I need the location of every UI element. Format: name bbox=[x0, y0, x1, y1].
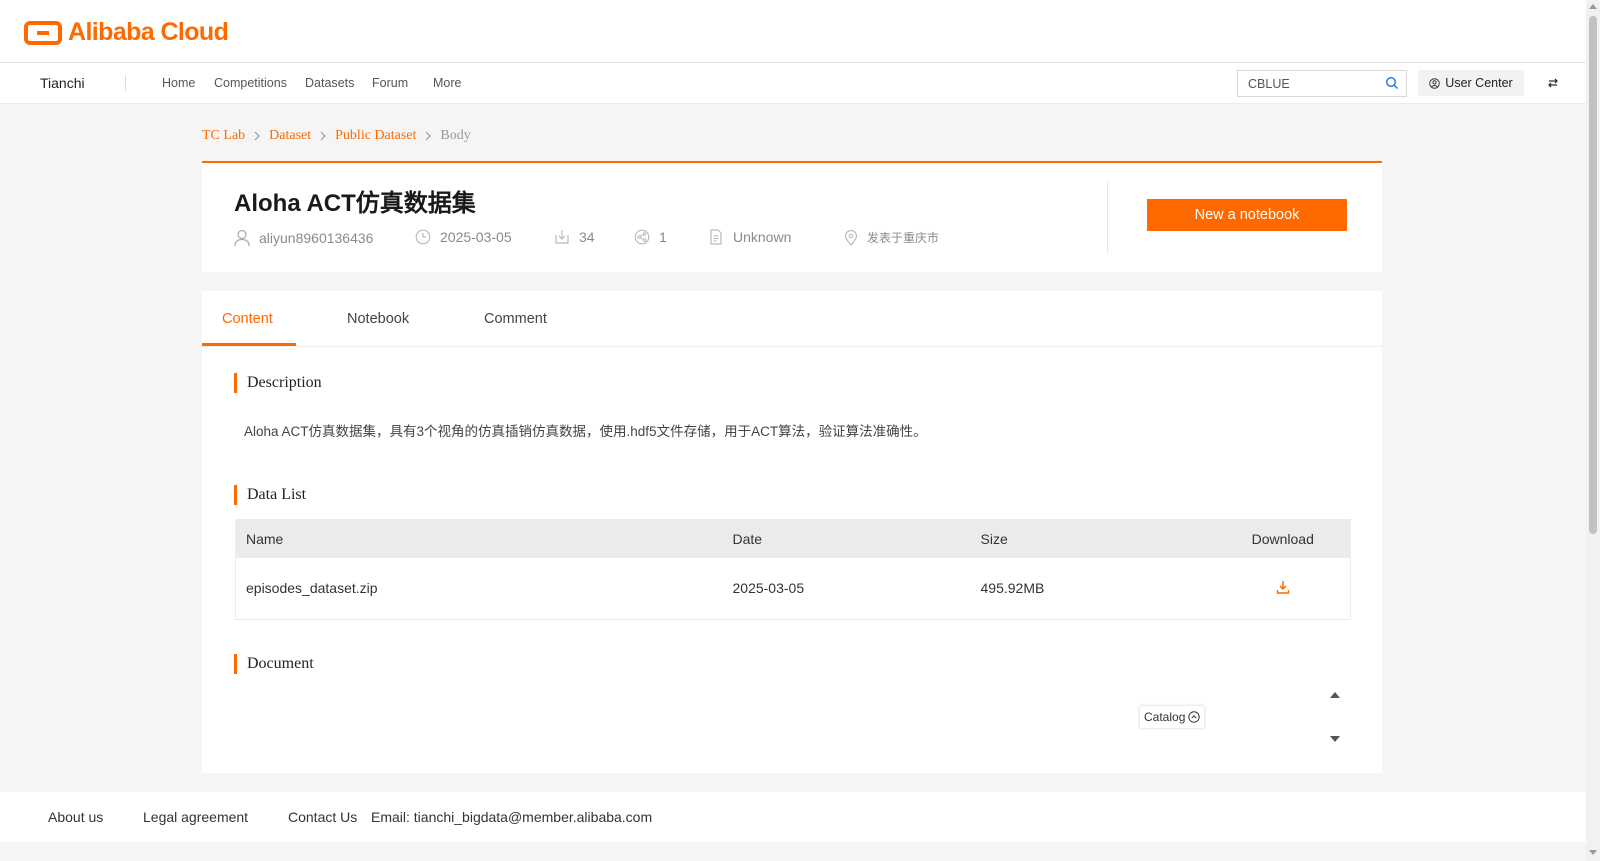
tab-content[interactable]: Content bbox=[222, 311, 273, 327]
nav-divider bbox=[125, 75, 126, 91]
catalog-label: Catalog bbox=[1144, 710, 1186, 724]
share-count: 1 bbox=[659, 229, 667, 245]
download-count: 34 bbox=[579, 229, 595, 245]
page-title: Aloha ACT仿真数据集 bbox=[234, 190, 476, 217]
file-date: 2025-03-05 bbox=[732, 580, 805, 597]
table-header-row: Name Date Size Download bbox=[235, 519, 1351, 558]
column-header-size: Size bbox=[970, 519, 1216, 558]
location-text: 发表于重庆市 bbox=[867, 231, 940, 245]
author-name[interactable]: aliyun8960136436 bbox=[259, 230, 373, 246]
chevron-right-icon bbox=[425, 131, 432, 141]
meta-shares: 1 bbox=[634, 229, 667, 245]
nav-item-more[interactable]: More bbox=[433, 76, 461, 90]
footer-about-us[interactable]: About us bbox=[48, 809, 103, 825]
scrollbar-thumb[interactable] bbox=[1589, 16, 1597, 534]
data-list-table: Name Date Size Download episodes_dataset… bbox=[235, 519, 1351, 620]
user-center-button[interactable]: User Center bbox=[1418, 70, 1524, 96]
alibaba-cloud-logo[interactable]: Alibaba Cloud bbox=[24, 18, 229, 47]
catalog-panel: Catalog bbox=[1140, 690, 1340, 744]
tab-comment[interactable]: Comment bbox=[484, 311, 547, 327]
meta-location: 发表于重庆市 bbox=[844, 229, 939, 246]
table-row: episodes_dataset.zip 2025-03-05 495.92MB bbox=[236, 558, 1351, 620]
meta-downloads: 34 bbox=[554, 229, 595, 245]
column-header-download: Download bbox=[1215, 519, 1351, 558]
search-icon[interactable] bbox=[1385, 76, 1399, 90]
nav-item-home[interactable]: Home bbox=[162, 76, 195, 90]
user-center-label: User Center bbox=[1445, 76, 1513, 90]
alibaba-cloud-logo-icon bbox=[24, 20, 62, 45]
chevron-right-icon bbox=[254, 131, 261, 141]
new-notebook-button[interactable]: New a notebook bbox=[1147, 199, 1347, 231]
nav-item-competitions[interactable]: Competitions bbox=[214, 76, 287, 90]
share-icon bbox=[634, 229, 650, 245]
scroll-down-arrow-icon[interactable] bbox=[1589, 850, 1597, 855]
dataset-header-card: Aloha ACT仿真数据集 aliyun8960136436 2025-03-… bbox=[202, 161, 1382, 272]
column-header-name: Name bbox=[235, 519, 723, 558]
file-size: 495.92MB bbox=[980, 580, 1045, 597]
catalog-scrollbar[interactable] bbox=[1330, 690, 1340, 744]
column-header-date: Date bbox=[722, 519, 971, 558]
scroll-up-arrow-icon[interactable] bbox=[1330, 692, 1340, 698]
scroll-up-arrow-icon[interactable] bbox=[1589, 4, 1597, 9]
breadcrumb-tc-lab[interactable]: TC Lab bbox=[202, 128, 245, 144]
clock-icon bbox=[415, 229, 431, 245]
header-divider bbox=[1107, 181, 1108, 253]
description-text: Aloha ACT仿真数据集，具有3个视角的仿真插销仿真数据，使用.hdf5文件… bbox=[244, 424, 927, 439]
breadcrumb-dataset[interactable]: Dataset bbox=[269, 128, 311, 144]
nav-item-datasets[interactable]: Datasets bbox=[305, 76, 354, 90]
data-list-heading: Data List bbox=[234, 485, 306, 505]
chevron-up-circle-icon bbox=[1188, 711, 1201, 723]
footer-email: Email: tianchi_bigdata@member.alibaba.co… bbox=[371, 809, 653, 825]
document-icon bbox=[710, 229, 722, 245]
description-heading: Description bbox=[234, 373, 322, 393]
tab-notebook[interactable]: Notebook bbox=[347, 311, 409, 327]
catalog-button[interactable]: Catalog bbox=[1140, 706, 1205, 728]
meta-date: 2025-03-05 bbox=[415, 229, 512, 245]
download-count-icon bbox=[555, 230, 569, 244]
nav-item-forum[interactable]: Forum bbox=[372, 76, 408, 90]
footer-contact-us[interactable]: Contact Us bbox=[288, 809, 357, 825]
user-icon bbox=[1429, 77, 1441, 89]
download-icon[interactable] bbox=[1276, 580, 1290, 594]
license-value: Unknown bbox=[733, 229, 792, 245]
switch-icon[interactable] bbox=[1546, 76, 1560, 90]
download-cell bbox=[1216, 558, 1351, 620]
search-box bbox=[1237, 70, 1407, 97]
location-pin-icon bbox=[844, 229, 858, 246]
search-input[interactable] bbox=[1238, 71, 1378, 96]
logo-bar: Alibaba Cloud bbox=[0, 0, 1586, 63]
meta-author: aliyun8960136436 bbox=[234, 229, 373, 247]
active-tab-indicator bbox=[202, 343, 296, 346]
page-scrollbar[interactable] bbox=[1586, 0, 1600, 861]
breadcrumb-public-dataset[interactable]: Public Dataset bbox=[335, 128, 416, 144]
breadcrumb-body: Body bbox=[440, 128, 471, 143]
file-name: episodes_dataset.zip bbox=[246, 580, 378, 597]
publish-date: 2025-03-05 bbox=[440, 229, 512, 245]
tab-bar: Content Notebook Comment bbox=[202, 291, 1382, 347]
user-icon bbox=[234, 229, 250, 247]
meta-license: Unknown bbox=[708, 229, 791, 245]
footer: About us Legal agreement Contact Us Emai… bbox=[0, 792, 1586, 842]
footer-legal-agreement[interactable]: Legal agreement bbox=[143, 809, 248, 825]
content-card: Content Notebook Comment Description Alo… bbox=[202, 291, 1382, 773]
top-nav-bar: Tianchi Home Competitions Datasets Forum… bbox=[0, 63, 1586, 104]
logo-text: Alibaba Cloud bbox=[68, 18, 229, 46]
scroll-down-arrow-icon[interactable] bbox=[1330, 736, 1340, 742]
chevron-right-icon bbox=[320, 131, 326, 141]
brand-tianchi[interactable]: Tianchi bbox=[40, 75, 85, 91]
breadcrumb: TC Lab Dataset Public Dataset Body bbox=[202, 128, 471, 144]
document-heading: Document bbox=[234, 654, 314, 674]
